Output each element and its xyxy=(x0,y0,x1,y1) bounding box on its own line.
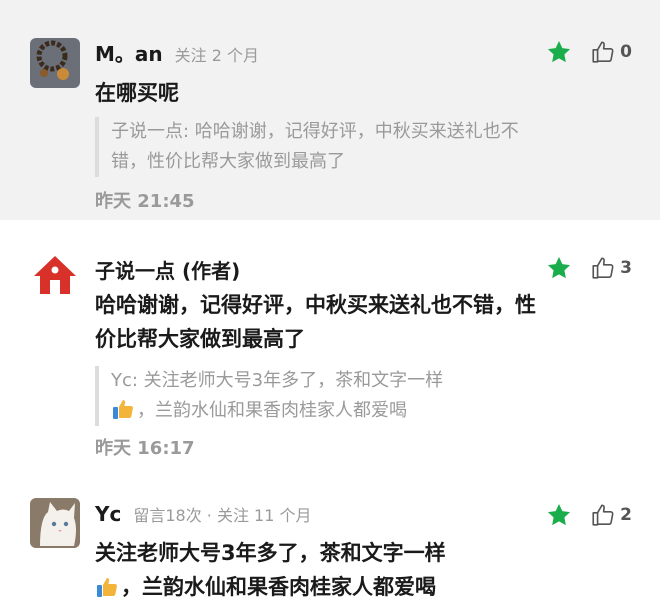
star-icon[interactable] xyxy=(546,255,572,281)
author-avatar[interactable] xyxy=(30,250,80,300)
house-logo-avatar-icon xyxy=(30,250,80,300)
follow-duration: 关注 2 个月 xyxy=(174,46,259,65)
like-count: 2 xyxy=(620,505,632,525)
author-name[interactable]: 子说一点 (作者) xyxy=(95,255,240,284)
comment-text-line: ，兰韵水仙和果香肉桂家人都爱喝 xyxy=(95,570,565,604)
comment-item: M。an 关注 2 个月 0 在哪买呢 子说一点: 哈哈谢谢，记得好评，中秋买来… xyxy=(0,0,660,220)
comment-text: 在哪买呢 xyxy=(95,81,179,105)
user-name[interactable]: Yc xyxy=(95,502,121,526)
like-count: 3 xyxy=(620,258,632,278)
like-button[interactable]: 0 xyxy=(590,39,632,65)
star-icon[interactable] xyxy=(546,502,572,528)
like-button[interactable]: 3 xyxy=(590,255,632,281)
reply-quote-line: ，兰韵水仙和果香肉桂家人都爱喝 xyxy=(111,396,545,426)
bracelet-avatar-icon xyxy=(30,38,80,88)
user-avatar[interactable] xyxy=(30,38,80,88)
thumbs-up-emoji-icon xyxy=(113,400,133,419)
reply-quote: Yc: 关注老师大号3年多了，茶和文字一样 ，兰韵水仙和果香肉桂家人都爱喝 xyxy=(95,366,545,426)
reply-quote-line: Yc: 关注老师大号3年多了，茶和文字一样 xyxy=(111,370,444,391)
like-count: 0 xyxy=(620,42,632,62)
comment-time: 昨天 21:45 xyxy=(95,191,195,212)
star-icon[interactable] xyxy=(546,39,572,65)
reply-quote-text: ，兰韵水仙和果香肉桂家人都爱喝 xyxy=(137,400,407,421)
comment-time: 昨天 16:17 xyxy=(95,438,195,459)
comment-text-line: 关注老师大号3年多了，茶和文字一样 xyxy=(95,541,446,565)
user-stats: 留言18次 · 关注 11 个月 xyxy=(133,506,312,525)
thumbs-up-emoji-icon xyxy=(97,578,117,597)
comment-item: 子说一点 (作者) 3 哈哈谢谢，记得好评，中秋买来送礼也不错，性价比帮大家做到… xyxy=(0,220,660,492)
comment-item: Yc 留言18次 · 关注 11 个月 2 关注老师大号3年多了，茶和文字一样 … xyxy=(0,492,660,612)
user-avatar[interactable] xyxy=(30,498,80,548)
cat-avatar-icon xyxy=(30,498,80,548)
thumbs-up-icon xyxy=(592,504,614,526)
comment-text-part: ，兰韵水仙和果香肉桂家人都爱喝 xyxy=(121,575,436,599)
like-button[interactable]: 2 xyxy=(590,502,632,528)
thumbs-up-icon xyxy=(592,257,614,279)
thumbs-up-icon xyxy=(592,41,614,63)
user-name[interactable]: M。an xyxy=(95,38,163,67)
reply-quote: 子说一点: 哈哈谢谢，记得好评，中秋买来送礼也不错，性价比帮大家做到最高了 xyxy=(95,117,540,177)
comment-text: 关注老师大号3年多了，茶和文字一样 ，兰韵水仙和果香肉桂家人都爱喝 xyxy=(95,536,565,604)
comment-text: 哈哈谢谢，记得好评，中秋买来送礼也不错，性价比帮大家做到最高了 xyxy=(95,293,536,351)
